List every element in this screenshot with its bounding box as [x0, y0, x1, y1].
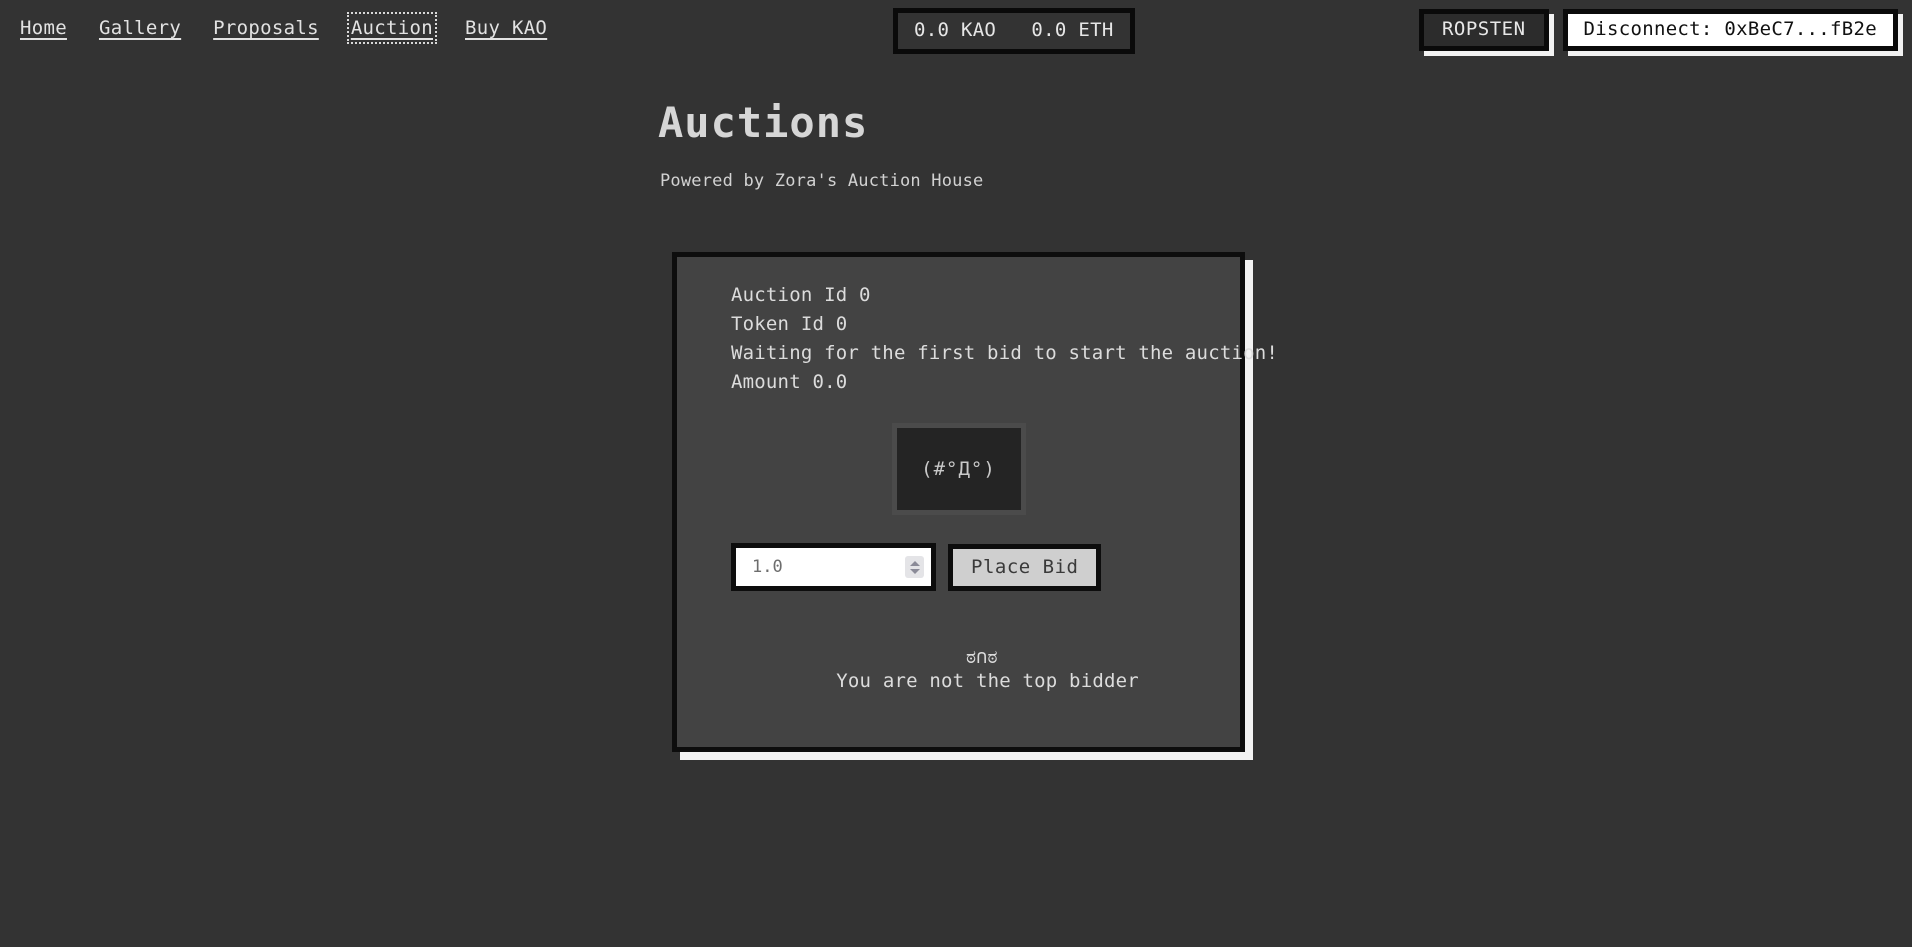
- page-subtitle: Powered by Zora's Auction House: [660, 171, 984, 191]
- kaomoji-face-icon: (#°Д°): [921, 458, 996, 480]
- bid-amount-input[interactable]: [736, 548, 931, 586]
- nav-link-gallery[interactable]: Gallery: [97, 14, 183, 42]
- chevron-down-icon[interactable]: [909, 568, 920, 574]
- page-header: Auctions Powered by Zora's Auction House: [658, 100, 983, 192]
- token-id-line: Token Id 0: [731, 313, 848, 335]
- number-stepper-icon[interactable]: [905, 556, 924, 578]
- page-title: Auctions: [658, 98, 869, 147]
- auction-card: Auction Id 0 Token Id 0 Waiting for the …: [672, 252, 1279, 752]
- nav-link-proposals[interactable]: Proposals: [211, 14, 321, 42]
- place-bid-button[interactable]: Place Bid: [948, 543, 1102, 591]
- auction-amount-line: Amount 0.0: [731, 371, 848, 393]
- auction-media-placeholder: (#°Д°): [891, 423, 1026, 515]
- chevron-up-icon[interactable]: [909, 560, 920, 566]
- main-nav: Home Gallery Proposals Auction Buy KAO: [18, 12, 549, 44]
- wallet-controls: ROPSTEN Disconnect: 0xBeC7...fB2e: [1418, 9, 1898, 51]
- auction-id-line: Auction Id 0: [731, 284, 871, 306]
- wallet-balance-display: 0.0 KAO 0.0 ETH: [893, 8, 1135, 54]
- bid-controls-row: Place Bid: [705, 543, 1212, 591]
- bid-status-text: You are not the top bidder: [824, 670, 1139, 692]
- nav-link-auction[interactable]: Auction: [346, 12, 438, 44]
- nav-link-buy-kao[interactable]: Buy KAO: [463, 14, 549, 42]
- bid-amount-field[interactable]: [731, 543, 936, 591]
- top-navigation-bar: Home Gallery Proposals Auction Buy KAO 0…: [0, 0, 1912, 62]
- auction-media-wrap: (#°Д°): [705, 423, 1212, 515]
- bid-status-message: ಠ∩ಠ You are not the top bidder: [705, 621, 1212, 717]
- nav-link-home[interactable]: Home: [18, 14, 69, 42]
- disapproval-face-icon: ಠ∩ಠ: [966, 646, 998, 668]
- network-badge-button[interactable]: ROPSTEN: [1418, 9, 1549, 51]
- auction-info-list: Auction Id 0 Token Id 0 Waiting for the …: [705, 281, 1279, 397]
- disconnect-wallet-button[interactable]: Disconnect: 0xBeC7...fB2e: [1562, 9, 1898, 51]
- auction-waiting-message: Waiting for the first bid to start the a…: [731, 342, 1279, 364]
